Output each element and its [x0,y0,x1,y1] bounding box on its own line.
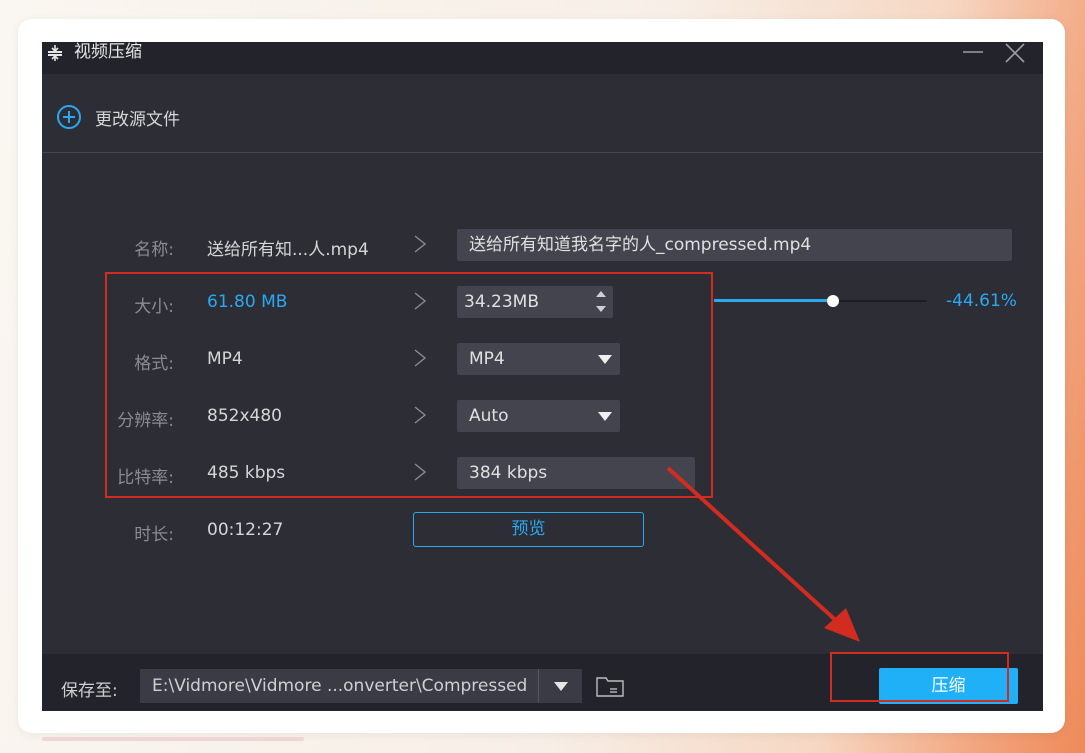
chevron-right-icon [414,235,427,253]
title-bar: 视频压缩 [42,42,1043,74]
close-icon[interactable] [1004,42,1026,64]
compression-percent: -44.61% [946,291,1017,311]
minimize-icon[interactable] [962,42,984,62]
save-path-field[interactable]: E:\Vidmore\Vidmore ...onverter\Compresse… [140,669,538,703]
duration-value: 00:12:27 [207,520,284,540]
name-source-value: 送给所有知...人.mp4 [207,240,369,260]
dropdown-arrow-icon [554,682,568,691]
decorative-underline [42,737,304,741]
name-label: 名称: [134,240,174,260]
output-name-input[interactable]: 送给所有知道我名字的人_compressed.mp4 [457,229,1012,261]
preview-button[interactable]: 预览 [413,512,644,547]
folder-icon[interactable] [595,674,625,698]
compression-slider-thumb[interactable] [827,295,840,307]
annotation-highlight-settings [105,272,713,498]
window-title: 视频压缩 [74,42,142,62]
save-path-dropdown[interactable] [538,669,582,703]
save-to-label: 保存至: [61,681,118,701]
duration-label: 时长: [134,525,174,545]
change-source-label: 更改源文件 [95,110,180,130]
header-divider [42,152,1043,153]
compression-slider-fill [714,299,834,302]
annotation-highlight-compress [830,652,1009,702]
compress-icon [48,45,62,61]
plus-circle-icon [57,105,81,129]
